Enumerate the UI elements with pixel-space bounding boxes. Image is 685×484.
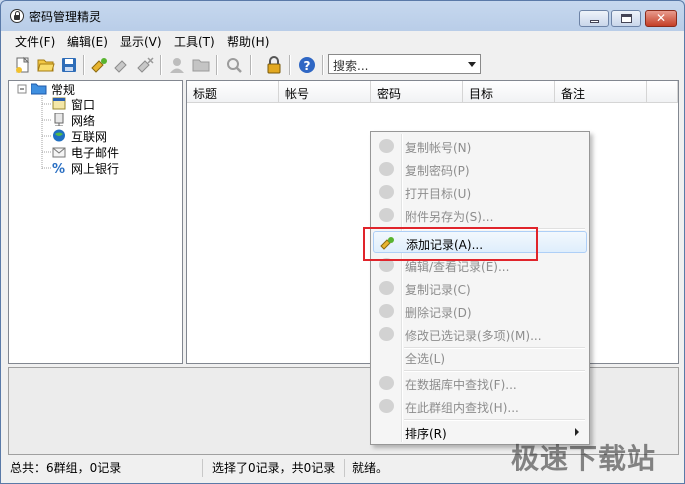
column-header-notes[interactable]: 备注 [555,81,647,103]
ctx-open-target[interactable]: 打开目标(U) [373,181,587,203]
folder-icon[interactable] [192,56,210,74]
multi-edit-icon [379,327,394,341]
search-icon[interactable] [225,56,243,74]
help-icon[interactable]: ? [298,56,316,74]
ctx-find-in-database[interactable]: 在数据库中查找(F)... [373,372,587,394]
svg-text:?: ? [304,59,311,73]
menu-bar: 文件(F) 编辑(E) 显示(V) 工具(T) 帮助(H) [2,31,683,50]
window-title: 密码管理精灵 [29,10,102,24]
lock-app-icon [10,9,24,23]
status-state: 就绪。 [352,461,389,475]
user-icon [379,139,394,153]
menu-tools[interactable]: 工具(T) [174,33,215,50]
search-dropdown[interactable]: 搜索... [328,54,481,74]
column-header-target[interactable]: 目标 [463,81,555,103]
ctx-find-in-group[interactable]: 在此群组内查找(H)... [373,395,587,417]
status-selected: 选择了0记录，共0记录 [212,459,345,477]
group-tree[interactable]: 常规 窗口 网络 互联网 电子邮件 % 网上银行 [8,80,183,364]
search-group-icon [379,399,394,413]
ctx-select-all[interactable]: 全选(L) [373,346,587,368]
user-icon[interactable] [168,56,186,74]
globe-icon [379,185,394,199]
column-header-title[interactable]: 标题 [187,81,279,103]
ctx-modify-selected[interactable]: 修改已选记录(多项)(M)... [373,323,587,345]
menu-help[interactable]: 帮助(H) [227,33,269,50]
save-icon[interactable] [60,56,78,74]
delete-record-icon[interactable] [136,56,154,74]
menu-view[interactable]: 显示(V) [120,33,162,50]
window-icon [52,97,66,110]
maximize-button[interactable] [611,10,641,27]
tree-label: 网络 [71,114,96,128]
app-window: 密码管理精灵 文件(F) 编辑(E) 显示(V) 工具(T) 帮助(H) [0,0,685,484]
highlight-annotation [363,227,538,261]
attachment-icon [379,208,394,222]
tree-label: 窗口 [71,98,96,112]
status-total: 总共：6群组，0记录 [10,459,203,477]
chevron-down-icon[interactable] [468,62,476,67]
delete-record-icon [379,304,394,318]
percent-icon: % [52,161,66,177]
column-header-filler [647,81,678,103]
minimize-button[interactable] [579,10,609,27]
watermark-text: 极速下载站 [511,442,657,475]
new-file-icon[interactable] [14,56,32,74]
ctx-copy-account[interactable]: 复制帐号(N) [373,135,587,157]
network-icon [52,112,66,127]
menu-edit[interactable]: 编辑(E) [67,33,108,50]
ctx-delete-record[interactable]: 删除记录(D) [373,300,587,322]
title-bar[interactable]: 密码管理精灵 [1,1,684,31]
tree-label: 互联网 [71,130,108,144]
search-icon [379,376,394,390]
globe-icon [52,129,66,142]
lock-icon[interactable] [265,56,283,74]
ctx-copy-record[interactable]: 复制记录(C) [373,277,587,299]
search-placeholder: 搜索... [333,59,369,73]
copy-icon [379,281,394,295]
menu-file[interactable]: 文件(F) [15,33,55,50]
close-button[interactable] [645,10,677,27]
add-record-icon[interactable] [90,56,108,74]
chevron-right-icon [575,428,579,436]
column-header-account[interactable]: 帐号 [279,81,371,103]
ctx-copy-password[interactable]: 复制密码(P) [373,158,587,180]
column-header-password[interactable]: 密码 [371,81,463,103]
context-menu: 复制帐号(N) 复制密码(P) 打开目标(U) 附件另存为(S)... 添加记录… [370,131,590,445]
tree-label: 电子邮件 [71,146,120,160]
svg-text:%: % [52,162,65,174]
open-folder-icon[interactable] [37,56,55,74]
tree-label: 网上银行 [71,162,120,176]
edit-record-icon[interactable] [113,56,131,74]
key-icon [379,162,394,176]
ctx-save-attachment[interactable]: 附件另存为(S)... [373,204,587,226]
folder-icon [30,82,47,95]
email-icon [52,145,66,158]
